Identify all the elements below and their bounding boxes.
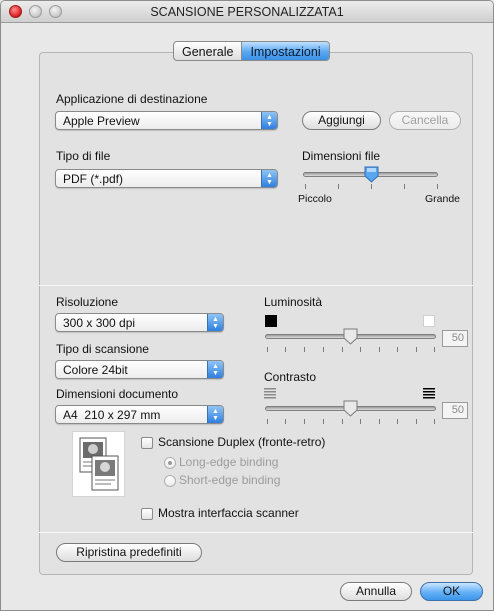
- document-size-label: Dimensioni documento: [56, 387, 179, 401]
- resolution-label: Risoluzione: [56, 295, 119, 309]
- section-divider: [39, 285, 473, 286]
- destination-popup[interactable]: Apple Preview ▲ ▼: [55, 111, 278, 130]
- scanner-interface-checkbox[interactable]: [141, 508, 153, 520]
- scan-type-value: Colore 24bit: [63, 363, 128, 377]
- duplex-checkbox[interactable]: [141, 437, 153, 449]
- chevron-updown-icon: ▲ ▼: [261, 112, 277, 129]
- document-size-popup[interactable]: A4 210 x 297 mm ▲ ▼: [55, 405, 224, 424]
- document-size-value: A4 210 x 297 mm: [63, 408, 161, 422]
- contrast-ticks: [267, 419, 435, 424]
- brightness-ticks: [267, 347, 435, 352]
- file-size-max-label: Grande: [425, 193, 461, 205]
- short-edge-label: Short-edge binding: [179, 473, 281, 487]
- scan-type-label: Tipo di scansione: [56, 342, 149, 356]
- scan-type-popup[interactable]: Colore 24bit ▲ ▼: [55, 360, 224, 379]
- chevron-updown-icon: ▲ ▼: [207, 406, 223, 423]
- high-contrast-icon: [423, 388, 435, 399]
- contrast-slider-thumb[interactable]: [343, 400, 358, 417]
- bottom-divider: [39, 532, 473, 533]
- file-size-label: Dimensioni file: [302, 149, 381, 163]
- tab-impostazioni[interactable]: Impostazioni: [241, 42, 329, 60]
- file-size-min-label: Piccolo: [298, 193, 332, 205]
- duplex-label: Scansione Duplex (fronte-retro): [158, 435, 326, 449]
- window-title: SCANSIONE PERSONALIZZATA1: [150, 5, 344, 19]
- chevron-updown-icon: ▲ ▼: [261, 170, 277, 187]
- file-type-value: PDF (*.pdf): [63, 172, 124, 186]
- add-button[interactable]: Aggiungi: [302, 111, 381, 130]
- resolution-value: 300 x 300 dpi: [63, 316, 136, 330]
- cancel-button[interactable]: Annulla: [340, 582, 412, 601]
- file-size-ticks: [305, 184, 438, 189]
- ok-button[interactable]: OK: [420, 582, 483, 601]
- low-contrast-icon: [264, 388, 276, 399]
- scanner-interface-label: Mostra interfaccia scanner: [158, 506, 299, 520]
- contrast-label: Contrasto: [264, 370, 317, 384]
- short-edge-radio[interactable]: [164, 475, 176, 487]
- file-size-slider-thumb[interactable]: [364, 166, 379, 183]
- chevron-updown-icon: ▲ ▼: [207, 314, 223, 331]
- long-edge-radio[interactable]: [164, 457, 176, 469]
- destination-label: Applicazione di destinazione: [56, 92, 208, 106]
- white-square-icon: [423, 315, 435, 327]
- brightness-label: Luminosità: [264, 295, 323, 309]
- long-edge-label: Long-edge binding: [179, 455, 279, 469]
- title-bar[interactable]: SCANSIONE PERSONALIZZATA1: [1, 1, 493, 23]
- file-type-popup[interactable]: PDF (*.pdf) ▲ ▼: [55, 169, 278, 188]
- brightness-slider-thumb[interactable]: [343, 328, 358, 345]
- file-type-label: Tipo di file: [56, 149, 111, 163]
- duplex-document-icon: [72, 431, 125, 497]
- tab-bar: Generale Impostazioni: [173, 41, 330, 61]
- black-square-icon: [265, 315, 277, 327]
- chevron-updown-icon: ▲ ▼: [207, 361, 223, 378]
- restore-defaults-button[interactable]: Ripristina predefiniti: [56, 543, 202, 562]
- resolution-popup[interactable]: 300 x 300 dpi ▲ ▼: [55, 313, 224, 332]
- delete-button[interactable]: Cancella: [389, 111, 461, 130]
- tab-generale[interactable]: Generale: [174, 42, 241, 60]
- contrast-value-field[interactable]: 50: [442, 402, 468, 419]
- brightness-value-field[interactable]: 50: [442, 330, 468, 347]
- destination-value: Apple Preview: [63, 114, 140, 128]
- scan-settings-window: SCANSIONE PERSONALIZZATA1 Generale Impos…: [0, 0, 494, 611]
